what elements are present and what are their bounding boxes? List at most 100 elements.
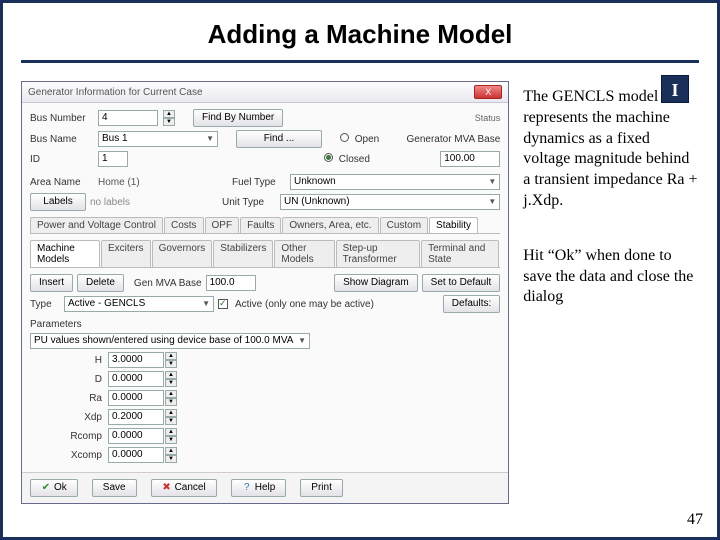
unit-type-value: UN (Unknown) xyxy=(284,195,350,209)
bus-number-label: Bus Number xyxy=(30,113,94,124)
active-checkbox[interactable] xyxy=(218,299,228,309)
status-closed-label: Closed xyxy=(339,154,370,165)
param-spin-rcomp[interactable]: ▲▼ xyxy=(165,428,177,444)
subtab-other-models[interactable]: Other Models xyxy=(274,240,334,267)
active-checkbox-label: Active (only one may be active) xyxy=(235,299,374,310)
subtab-exciters[interactable]: Exciters xyxy=(101,240,151,267)
tab-owners[interactable]: Owners, Area, etc. xyxy=(282,217,378,233)
dialog-titlebar: Generator Information for Current Case X xyxy=(22,82,508,103)
subtab-stabilizers[interactable]: Stabilizers xyxy=(213,240,273,267)
id-field[interactable]: 1 xyxy=(98,151,128,167)
gen-mva-base-field[interactable]: 100.0 xyxy=(206,275,256,291)
subtab-machine-models[interactable]: Machine Models xyxy=(30,240,100,267)
close-button[interactable]: X xyxy=(474,85,502,99)
param-row-ra: Ra 0.0000 ▲▼ xyxy=(60,390,500,406)
fuel-type-value: Unknown xyxy=(294,175,336,189)
area-name-value: Home (1) xyxy=(98,177,228,188)
subtab-stepup-xfmr[interactable]: Step-up Transformer xyxy=(336,240,421,267)
param-field-xcomp[interactable]: 0.0000 xyxy=(108,447,164,463)
defaults-button[interactable]: Defaults: xyxy=(443,295,500,313)
param-label-ra: Ra xyxy=(60,393,102,404)
subtab-governors[interactable]: Governors xyxy=(152,240,213,267)
type-label: Type xyxy=(30,299,60,310)
status-group-label: Status xyxy=(475,113,501,123)
pu-note-text: PU values shown/entered using device bas… xyxy=(34,334,293,348)
tab-faults[interactable]: Faults xyxy=(240,217,281,233)
param-spin-ra[interactable]: ▲▼ xyxy=(165,390,177,406)
chevron-down-icon: ▼ xyxy=(488,195,496,209)
status-closed-radio[interactable] xyxy=(324,153,333,162)
param-label-xdp: Xdp xyxy=(60,412,102,423)
unit-type-label: Unit Type xyxy=(222,197,276,208)
insert-button[interactable]: Insert xyxy=(30,274,73,292)
id-label: ID xyxy=(30,154,94,165)
institution-logo: I xyxy=(661,75,689,103)
subtab-terminal-state[interactable]: Terminal and State xyxy=(421,240,499,267)
tab-power-voltage[interactable]: Power and Voltage Control xyxy=(30,217,163,233)
unit-type-combo[interactable]: UN (Unknown) ▼ xyxy=(280,194,500,210)
ok-label: Ok xyxy=(54,482,67,493)
param-row-rcomp: Rcomp 0.0000 ▲▼ xyxy=(60,428,500,444)
show-diagram-button[interactable]: Show Diagram xyxy=(334,274,418,292)
chevron-down-icon: ▼ xyxy=(298,334,306,348)
param-label-rcomp: Rcomp xyxy=(60,431,102,442)
tab-costs[interactable]: Costs xyxy=(164,217,204,233)
page-title: Adding a Machine Model xyxy=(3,19,717,50)
sidetext-p1: The GENCLS model represents the machine … xyxy=(523,87,699,212)
slide-sidetext: The GENCLS model represents the machine … xyxy=(523,81,699,308)
status-open-radio[interactable] xyxy=(340,133,349,142)
labels-button[interactable]: Labels ... xyxy=(30,193,86,211)
type-combo[interactable]: Active - GENCLS ▼ xyxy=(64,296,214,312)
param-field-h[interactable]: 3.0000 xyxy=(108,352,164,368)
param-field-xdp[interactable]: 0.2000 xyxy=(108,409,164,425)
fuel-type-label: Fuel Type xyxy=(232,177,286,188)
save-button[interactable]: Save xyxy=(92,479,137,497)
x-icon: ✖ xyxy=(162,480,172,496)
dialog-footer: ✔Ok Save ✖Cancel ?Help Print xyxy=(22,472,508,503)
help-button[interactable]: ?Help xyxy=(231,479,287,497)
chevron-down-icon: ▼ xyxy=(202,297,210,311)
labels-value: no labels xyxy=(90,197,218,208)
bus-number-spin[interactable]: ▲▼ xyxy=(163,110,175,126)
status-open-label: Open xyxy=(355,134,379,145)
param-label-xcomp: Xcomp xyxy=(60,450,102,461)
cancel-label: Cancel xyxy=(175,482,206,493)
param-label-d: D xyxy=(60,374,102,385)
find-button[interactable]: Find ... xyxy=(236,130,322,148)
bus-name-value: Bus 1 xyxy=(102,132,128,146)
ok-button[interactable]: ✔Ok xyxy=(30,479,78,497)
mva-base-field[interactable]: 100.00 xyxy=(440,151,500,167)
dialog-title: Generator Information for Current Case xyxy=(28,87,203,98)
param-spin-h[interactable]: ▲▼ xyxy=(165,352,177,368)
tab-opf[interactable]: OPF xyxy=(205,217,240,233)
param-field-rcomp[interactable]: 0.0000 xyxy=(108,428,164,444)
mva-base-label: Generator MVA Base xyxy=(407,134,501,145)
print-button[interactable]: Print xyxy=(300,479,343,497)
help-icon: ? xyxy=(242,480,252,496)
param-spin-xdp[interactable]: ▲▼ xyxy=(165,409,177,425)
tab-stability[interactable]: Stability xyxy=(429,217,478,233)
pu-note-combo[interactable]: PU values shown/entered using device bas… xyxy=(30,333,310,349)
param-field-ra[interactable]: 0.0000 xyxy=(108,390,164,406)
bus-number-field[interactable]: 4 xyxy=(98,110,158,126)
tab-custom[interactable]: Custom xyxy=(380,217,428,233)
param-label-h: H xyxy=(60,355,102,366)
gen-mva-base-label: Gen MVA Base xyxy=(134,278,202,289)
param-spin-xcomp[interactable]: ▲▼ xyxy=(165,447,177,463)
delete-button[interactable]: Delete xyxy=(77,274,124,292)
help-label: Help xyxy=(255,482,276,493)
bus-name-label: Bus Name xyxy=(30,134,94,145)
type-value: Active - GENCLS xyxy=(68,297,145,311)
find-by-number-button[interactable]: Find By Number xyxy=(193,109,283,127)
sub-tabstrip: Machine Models Exciters Governors Stabil… xyxy=(30,240,500,268)
param-row-h: H 3.0000 ▲▼ xyxy=(60,352,500,368)
set-default-button[interactable]: Set to Default xyxy=(422,274,501,292)
cancel-button[interactable]: ✖Cancel xyxy=(151,479,217,497)
area-name-label: Area Name xyxy=(30,177,94,188)
param-field-d[interactable]: 0.0000 xyxy=(108,371,164,387)
fuel-type-combo[interactable]: Unknown▼ xyxy=(290,174,500,190)
main-tabstrip: Power and Voltage Control Costs OPF Faul… xyxy=(30,217,500,234)
bus-name-combo[interactable]: Bus 1▼ xyxy=(98,131,218,147)
parameters-title: Parameters xyxy=(30,319,500,330)
param-spin-d[interactable]: ▲▼ xyxy=(165,371,177,387)
